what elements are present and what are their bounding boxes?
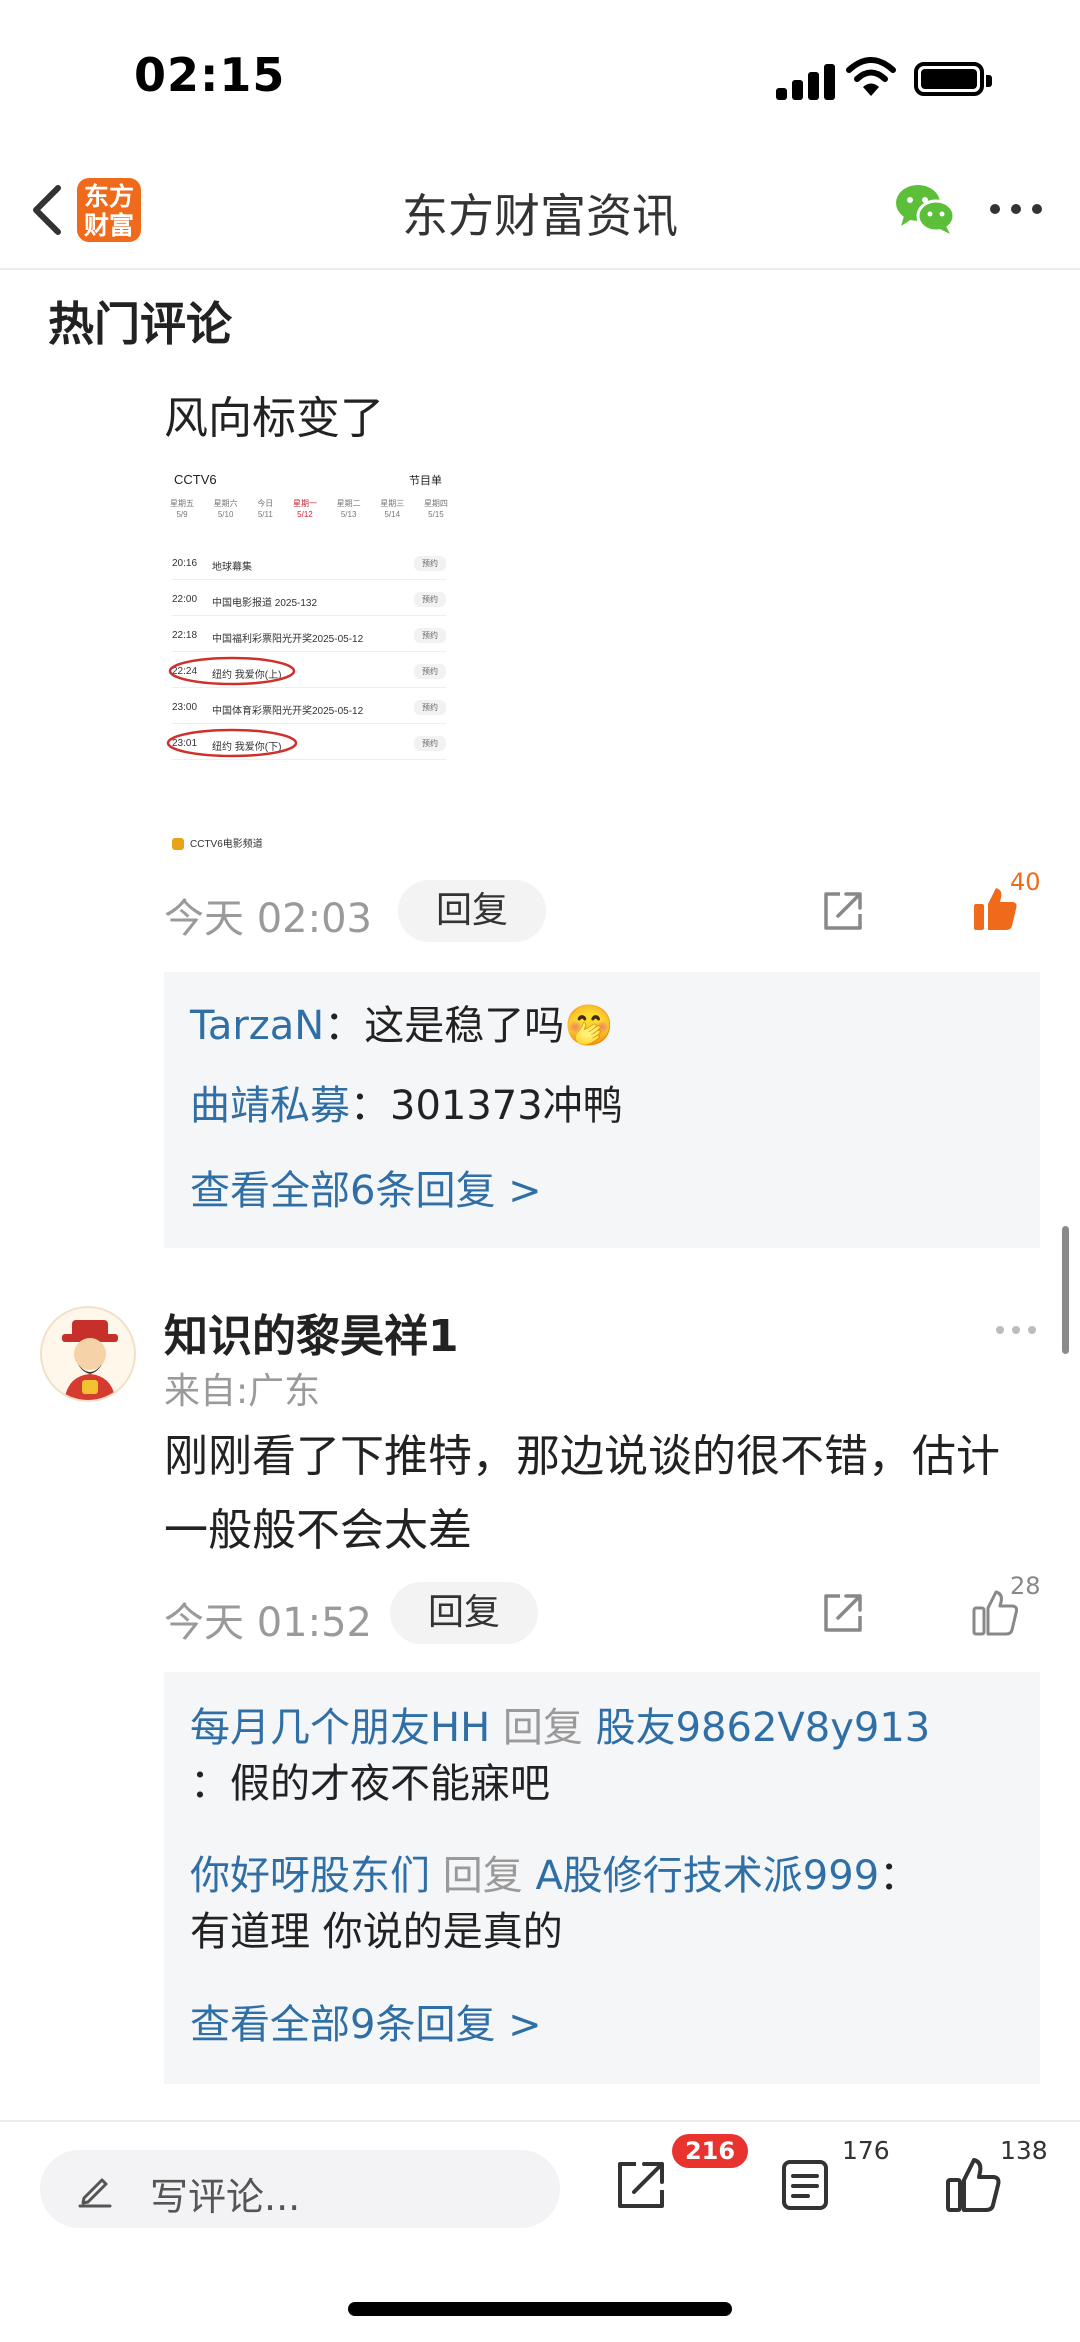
comment-time: 今天 01:52 xyxy=(164,1600,372,1646)
comment-image[interactable]: CCTV6 节目单 星期五 5/9 星期六 5/10 今日 5/11 星期一 5/12 … xyxy=(164,458,454,856)
more-icon[interactable] xyxy=(990,204,1050,216)
like-icon[interactable] xyxy=(944,2156,1002,2214)
share-icon[interactable] xyxy=(820,888,866,934)
home-indicator[interactable] xyxy=(348,2302,732,2316)
god-of-wealth-avatar-icon xyxy=(62,1320,118,1400)
section-title: 热门评论 xyxy=(48,297,232,351)
reply-target-username[interactable]: A股修行技术派999 xyxy=(535,1853,879,1899)
bottom-bar: 写评论... 216 176 138 xyxy=(0,2120,1080,2342)
comment-username[interactable]: 知识的黎昊祥1 xyxy=(164,1300,459,1364)
status-bar: 02:15 xyxy=(0,0,1080,150)
reply-item: TarzaN：这是稳了吗🤭 xyxy=(190,1003,615,1049)
status-time: 02:15 xyxy=(134,48,286,102)
comment-input-placeholder: 写评论... xyxy=(150,2175,301,2219)
image-red-circles xyxy=(166,656,298,758)
image-footer: CCTV6电影频道 xyxy=(172,835,263,850)
wifi-icon xyxy=(846,57,896,96)
nav-bar: 东方财富 东方财富资讯 xyxy=(0,150,1080,270)
like-count: 40 xyxy=(1010,868,1041,896)
share-icon[interactable] xyxy=(820,1590,866,1636)
reply-button[interactable]: 回复 xyxy=(398,880,546,942)
reply-preview-box[interactable]: 每月几个朋友HH 回复 股友9862V8y913 ：假的才夜不能寐吧 你好呀股东… xyxy=(164,1672,1040,2084)
pencil-icon xyxy=(78,2178,112,2208)
battery-icon xyxy=(914,62,992,96)
reply-item: 你好呀股东们 回复 A股修行技术派999： 有道理 你说的是真的 xyxy=(190,1853,920,1955)
more-options-icon[interactable] xyxy=(996,1326,1040,1336)
share-icon[interactable] xyxy=(612,2156,670,2214)
scrollbar[interactable] xyxy=(1062,1226,1069,1354)
comment-input[interactable]: 写评论... xyxy=(40,2150,560,2228)
comments-count: 176 xyxy=(842,2136,890,2165)
see-all-replies-link[interactable]: 查看全部6条回复 > xyxy=(190,1158,542,1216)
reply-item: 曲靖私募：301373冲鸭 xyxy=(190,1083,623,1129)
comment-text: 风向标变了 xyxy=(164,393,384,444)
like-count: 28 xyxy=(1010,1572,1041,1600)
see-all-replies-link[interactable]: 查看全部9条回复 > xyxy=(190,1992,542,2050)
cellular-signal-icon xyxy=(776,60,836,100)
reply-button[interactable]: 回复 xyxy=(390,1582,538,1644)
reply-target-username[interactable]: 股友9862V8y913 xyxy=(596,1705,931,1751)
avatar[interactable] xyxy=(40,1306,136,1402)
comment-time: 今天 02:03 xyxy=(164,896,372,942)
comments-icon[interactable] xyxy=(776,2156,834,2214)
likes-count: 138 xyxy=(1000,2136,1048,2165)
reply-preview-box[interactable]: TarzaN：这是稳了吗🤭 曲靖私募：301373冲鸭 查看全部6条回复 > xyxy=(164,972,1040,1248)
share-count-badge: 216 xyxy=(672,2134,748,2168)
wechat-icon[interactable] xyxy=(894,182,956,236)
comment-text: 刚刚看了下推特，那边说谈的很不错，估计一般般不会太差 xyxy=(164,1431,1000,1556)
reply-username[interactable]: 曲靖私募 xyxy=(190,1083,350,1129)
reply-username[interactable]: TarzaN xyxy=(190,1003,324,1049)
reply-username[interactable]: 每月几个朋友HH xyxy=(190,1705,490,1751)
reply-username[interactable]: 你好呀股东们 xyxy=(190,1853,430,1899)
reply-item: 每月几个朋友HH 回复 股友9862V8y913 ：假的才夜不能寐吧 xyxy=(190,1705,931,1807)
comment-location: 来自:广东 xyxy=(164,1371,321,1412)
